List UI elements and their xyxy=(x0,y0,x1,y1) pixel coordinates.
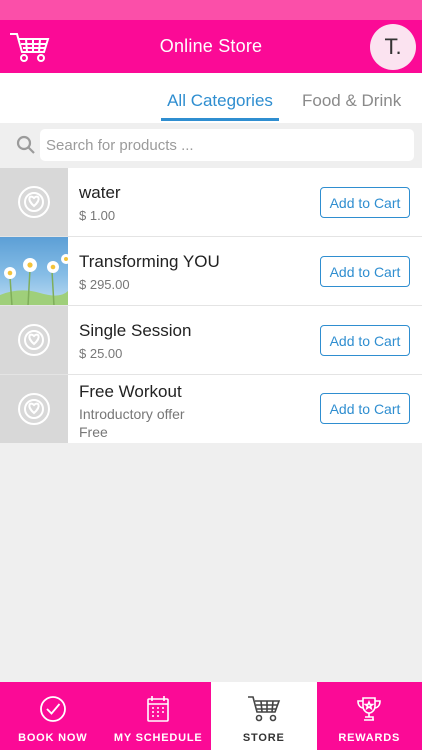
logo-placeholder-icon xyxy=(18,393,50,425)
product-thumbnail xyxy=(0,375,68,443)
logo-placeholder-icon xyxy=(18,186,50,218)
add-to-cart-button[interactable]: Add to Cart xyxy=(320,256,410,287)
product-thumbnail xyxy=(0,306,68,374)
product-price: $ 295.00 xyxy=(79,277,130,292)
nav-store[interactable]: STORE xyxy=(211,682,317,750)
add-to-cart-button[interactable]: Add to Cart xyxy=(320,393,410,424)
tab-all-categories[interactable]: All Categories xyxy=(161,91,279,121)
page-title: Online Store xyxy=(159,36,263,56)
app-header: Online Store T. xyxy=(0,20,422,73)
nav-label: STORE xyxy=(242,732,285,744)
list-item: Free Workout Introductory offer Free Add… xyxy=(0,375,422,443)
calendar-icon xyxy=(147,696,170,722)
daisies-image xyxy=(0,253,68,305)
tab-food-drink[interactable]: Food & Drink xyxy=(302,91,401,111)
list-item: Transforming YOU $ 295.00 Add to Cart xyxy=(0,237,422,306)
nav-label: BOOK NOW xyxy=(18,732,88,744)
nav-my-schedule[interactable]: MY SCHEDULE xyxy=(106,682,212,750)
product-name: Single Session xyxy=(79,321,192,340)
add-to-cart-button[interactable]: Add to Cart xyxy=(320,325,410,356)
search-icon xyxy=(16,135,35,154)
bottom-nav: BOOK NOW MY SCHEDULE STORE REWARDS xyxy=(0,682,422,750)
product-name: Transforming YOU xyxy=(79,252,220,271)
logo-placeholder-icon xyxy=(18,324,50,356)
cart-icon xyxy=(247,696,280,722)
product-name: water xyxy=(79,183,121,202)
check-circle-icon xyxy=(39,696,66,722)
list-item: Single Session $ 25.00 Add to Cart xyxy=(0,306,422,375)
nav-label: MY SCHEDULE xyxy=(113,732,203,744)
cart-icon[interactable] xyxy=(8,30,50,64)
product-list: water $ 1.00 Add to Cart Transforming YO… xyxy=(0,168,422,443)
product-thumbnail xyxy=(0,237,68,305)
product-subtitle: Introductory offer xyxy=(79,406,185,422)
product-price: $ 25.00 xyxy=(79,346,123,361)
trophy-icon xyxy=(357,697,382,721)
product-price: Free xyxy=(79,424,108,440)
category-tabs: All Categories Food & Drink xyxy=(0,73,422,123)
product-thumbnail xyxy=(0,168,68,236)
add-to-cart-button[interactable]: Add to Cart xyxy=(320,187,410,218)
nav-label: REWARDS xyxy=(338,732,401,744)
nav-book-now[interactable]: BOOK NOW xyxy=(0,682,106,750)
product-name: Free Workout xyxy=(79,382,182,401)
avatar[interactable]: T. xyxy=(370,24,416,70)
search-input[interactable] xyxy=(40,129,414,161)
product-price: $ 1.00 xyxy=(79,208,116,223)
list-item: water $ 1.00 Add to Cart xyxy=(0,168,422,237)
search-bar xyxy=(0,123,422,167)
nav-rewards[interactable]: REWARDS xyxy=(317,682,422,750)
status-bar xyxy=(0,0,422,20)
